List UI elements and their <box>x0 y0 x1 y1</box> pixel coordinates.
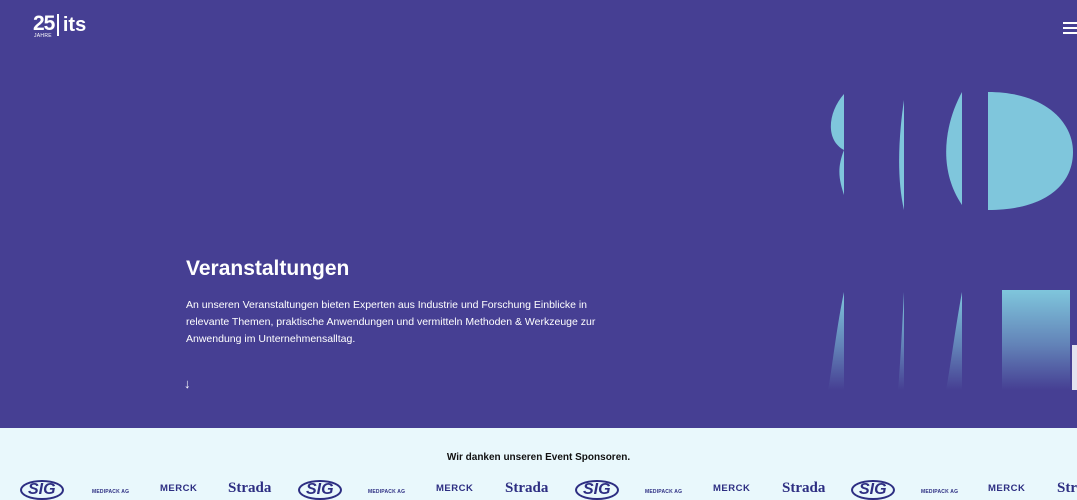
sponsor-logo-medipack[interactable]: MEDIPACK AG <box>92 489 129 495</box>
logo-name: its <box>62 14 87 36</box>
sponsor-logo-sig[interactable]: SIG <box>851 480 895 500</box>
sponsors-section: Wir danken unseren Event Sponsoren. SIG … <box>0 428 1077 500</box>
sponsor-logo-row: SIG MEDIPACK AG MERCK Strada SIG MEDIPAC… <box>0 480 1077 500</box>
sponsor-logo-strada[interactable]: Str <box>1057 480 1077 497</box>
shape-blade-5 <box>898 292 904 390</box>
sponsor-logo-merck[interactable]: MERCK <box>160 483 197 494</box>
sponsor-logo-medipack[interactable]: MEDIPACK AG <box>368 489 405 495</box>
logo-jahre: JAHRE <box>34 33 52 39</box>
shape-blade-4 <box>828 292 844 390</box>
shape-leaf-1 <box>830 94 844 195</box>
shape-blade-6 <box>946 292 962 390</box>
sponsor-logo-medipack[interactable]: MEDIPACK AG <box>645 489 682 495</box>
sponsor-logo-merck[interactable]: MERCK <box>713 483 750 494</box>
sponsor-logo-sig[interactable]: SIG <box>575 480 619 500</box>
shape-rectangle <box>1002 290 1070 390</box>
page-title: Veranstaltungen <box>186 257 350 280</box>
decorative-shapes <box>828 92 1077 390</box>
sponsor-logo-strada[interactable]: Strada <box>505 480 548 497</box>
site-logo[interactable]: 25 JAHRE its <box>33 12 87 42</box>
sponsor-logo-sig[interactable]: SIG <box>298 480 342 500</box>
shape-leaf-3 <box>946 92 962 205</box>
hero-description: An unseren Veranstaltungen bieten Expert… <box>186 299 596 345</box>
sponsor-logo-merck[interactable]: MERCK <box>988 483 1025 494</box>
sponsor-logo-sig[interactable]: SIG <box>20 480 64 500</box>
sponsors-heading: Wir danken unseren Event Sponsoren. <box>446 452 631 463</box>
arrow-down-icon[interactable]: ↓ <box>184 376 191 391</box>
logo-number: 25 <box>33 12 55 35</box>
sponsor-logo-merck[interactable]: MERCK <box>436 483 473 494</box>
logo-divider <box>57 14 59 36</box>
sponsor-logo-strada[interactable]: Strada <box>782 480 825 497</box>
hamburger-menu-icon[interactable] <box>1061 19 1077 35</box>
shape-half-circle <box>988 92 1073 210</box>
shape-blade-2 <box>899 100 904 210</box>
hero-section: 25 JAHRE its Veranstaltungen An unseren … <box>0 0 1077 428</box>
logo-anniversary: 25 JAHRE <box>33 12 55 39</box>
sponsor-logo-strada[interactable]: Strada <box>228 480 271 497</box>
shape-edge <box>1072 345 1077 390</box>
sponsor-logo-medipack[interactable]: MEDIPACK AG <box>921 489 958 495</box>
